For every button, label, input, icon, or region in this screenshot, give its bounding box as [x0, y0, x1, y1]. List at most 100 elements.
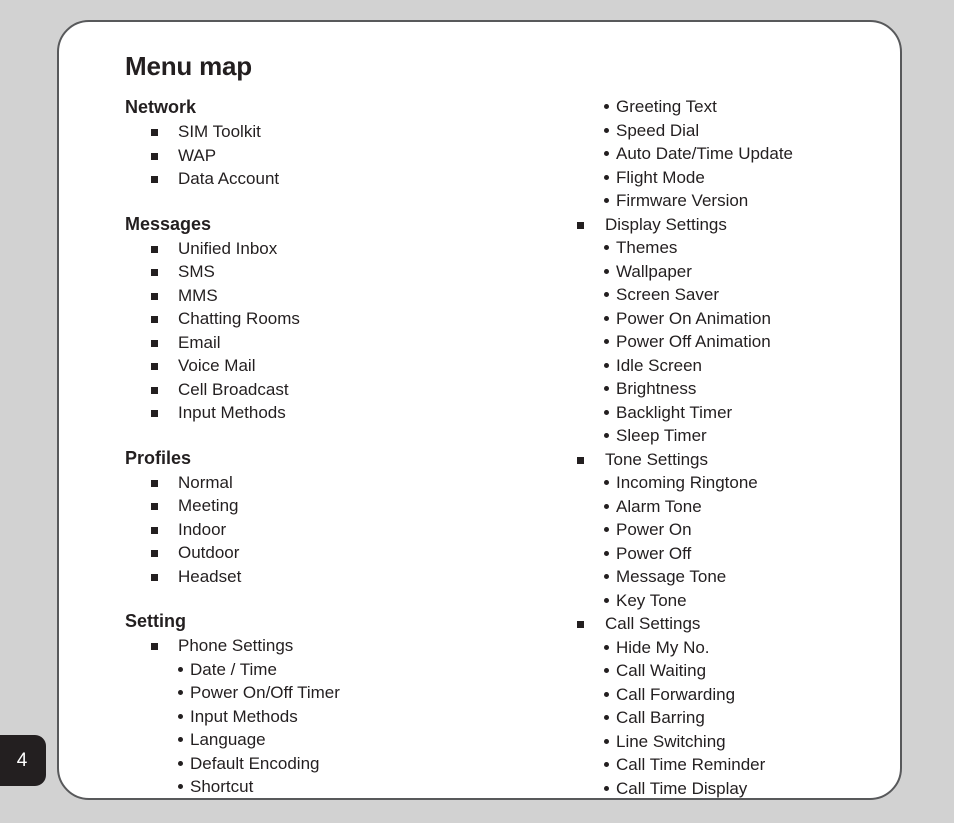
menu-item-label: Indoor — [178, 519, 227, 539]
menu-item-label: SIM Toolkit — [178, 122, 261, 141]
dot-bullet-icon — [604, 174, 609, 180]
menu-item-label: Greeting Text — [616, 97, 717, 116]
menu-subitem: Call Barring — [565, 706, 900, 730]
menu-section: Messages Unified Inbox SMS MMS Chatting Room… — [125, 212, 525, 425]
dot-bullet-icon — [178, 666, 183, 672]
menu-item: Voice Mail — [125, 354, 525, 378]
dot-bullet-icon — [604, 574, 609, 579]
menu-item-label: Input Methods — [190, 706, 298, 726]
menu-subitem: Language — [125, 728, 525, 752]
menu-item-label: Brightness — [616, 379, 697, 398]
menu-subitem: Power On/Off Timer — [125, 681, 525, 705]
square-bullet-icon — [577, 221, 584, 229]
square-bullet-icon — [151, 269, 158, 276]
square-bullet-icon — [151, 386, 158, 394]
square-bullet-icon — [577, 621, 584, 628]
menu-section: Network SIM Toolkit WAP Data Account — [125, 95, 525, 191]
menu-item-label: Call Time Reminder — [616, 755, 766, 774]
menu-section-title: Profiles — [125, 447, 192, 468]
menu-item-label: Power Off Animation — [616, 332, 771, 351]
menu-subitem: Call Waiting — [565, 659, 900, 683]
menu-item-label: Outdoor — [178, 543, 240, 562]
square-bullet-icon — [151, 176, 158, 183]
menu-item-label: Sleep Timer — [616, 426, 707, 445]
menu-subitem: Input Methods — [125, 705, 525, 729]
menu-subitem: Auto Date/Time Update — [565, 142, 900, 166]
square-bullet-icon — [151, 129, 158, 136]
menu-item: Normal — [125, 471, 525, 495]
page-title: Menu map — [125, 51, 252, 81]
menu-section-title: Messages — [125, 213, 212, 234]
menu-section-title: Setting — [125, 611, 186, 631]
menu-item-list: SIM Toolkit WAP Data Account — [125, 120, 525, 191]
square-bullet-icon — [151, 550, 158, 557]
menu-item-list: Normal Meeting Indoor Outdoor Headset — [125, 471, 525, 589]
menu-subitem: Screen Saver — [565, 283, 900, 307]
menu-item: Tone Settings — [565, 448, 900, 472]
square-bullet-icon — [151, 152, 158, 160]
menu-subitem: Power Off Animation — [565, 330, 900, 354]
menu-section-title: Network — [125, 97, 197, 117]
menu-subitem: Power On Animation — [565, 307, 900, 331]
menu-item: Unified Inbox — [125, 237, 525, 261]
dot-bullet-icon — [604, 668, 609, 673]
menu-item-label: Phone Settings — [178, 636, 294, 655]
menu-item: Phone Settings — [125, 634, 525, 658]
menu-item-label: Backlight Timer — [616, 402, 733, 422]
menu-item-label: Tone Settings — [605, 449, 709, 469]
menu-subitem: Power Off — [565, 542, 900, 566]
square-bullet-icon — [151, 292, 158, 300]
menu-subitem: Idle Screen — [565, 354, 900, 378]
menu-item: Outdoor — [125, 541, 525, 565]
menu-subitem: Flight Mode — [565, 166, 900, 190]
menu-item: Chatting Rooms — [125, 307, 525, 331]
dot-bullet-icon — [604, 644, 609, 650]
dot-bullet-icon — [604, 127, 609, 133]
menu-subitem: Date / Time — [125, 658, 525, 682]
page-number-tab: 4 — [0, 735, 46, 786]
menu-item-label: Screen Saver — [616, 285, 719, 304]
menu-subitem: Hide My No. — [565, 636, 900, 660]
square-bullet-icon — [151, 503, 158, 510]
menu-item-label: Call Forwarding — [616, 684, 736, 704]
menu-subitem: Line Switching — [565, 730, 900, 754]
dot-bullet-icon — [178, 784, 183, 789]
menu-item: Call Settings — [565, 612, 900, 636]
menu-item: Headset — [125, 565, 525, 589]
dot-bullet-icon — [604, 198, 609, 203]
menu-subitem: Speed Dial — [565, 119, 900, 143]
square-bullet-icon — [577, 456, 584, 464]
dot-bullet-icon — [604, 785, 609, 791]
menu-item-label: Power On — [616, 520, 692, 539]
menu-item-label: Power Off — [616, 543, 692, 563]
menu-item-label: Headset — [178, 566, 242, 586]
dot-bullet-icon — [604, 527, 609, 532]
menu-item-label: Data Account — [178, 169, 280, 188]
menu-item-label: WAP — [178, 145, 217, 165]
menu-item: SMS — [125, 260, 525, 284]
menu-subitem: Default Encoding — [125, 752, 525, 776]
dot-bullet-icon — [604, 691, 609, 697]
square-bullet-icon — [151, 363, 158, 370]
menu-item-label: Incoming Ringtone — [616, 473, 758, 492]
menu-item-label: MMS — [178, 285, 218, 305]
dot-bullet-icon — [604, 550, 609, 556]
square-bullet-icon — [151, 526, 158, 534]
menu-item-label: Input Methods — [178, 403, 286, 422]
menu-item-label: Chatting Rooms — [178, 309, 300, 328]
menu-item-label: Default Encoding — [190, 753, 320, 773]
menu-item-label: Display Settings — [605, 214, 727, 234]
menu-item-label: Message Tone — [616, 567, 727, 586]
dot-bullet-icon — [178, 737, 183, 742]
menu-subitem: Firmware Version — [565, 189, 900, 213]
dot-bullet-icon — [604, 597, 609, 603]
menu-item-label: Call Barring — [616, 708, 705, 727]
square-bullet-icon — [151, 339, 158, 347]
dot-bullet-icon — [604, 762, 609, 767]
menu-subitem: Message Tone — [565, 565, 900, 589]
menu-subitem: Call Time Reminder — [565, 753, 900, 777]
menu-subitem: Sleep Timer — [565, 424, 900, 448]
square-bullet-icon — [151, 643, 158, 650]
menu-section: Setting Phone Settings Date / Time Power On… — [125, 609, 525, 798]
square-bullet-icon — [151, 316, 158, 323]
